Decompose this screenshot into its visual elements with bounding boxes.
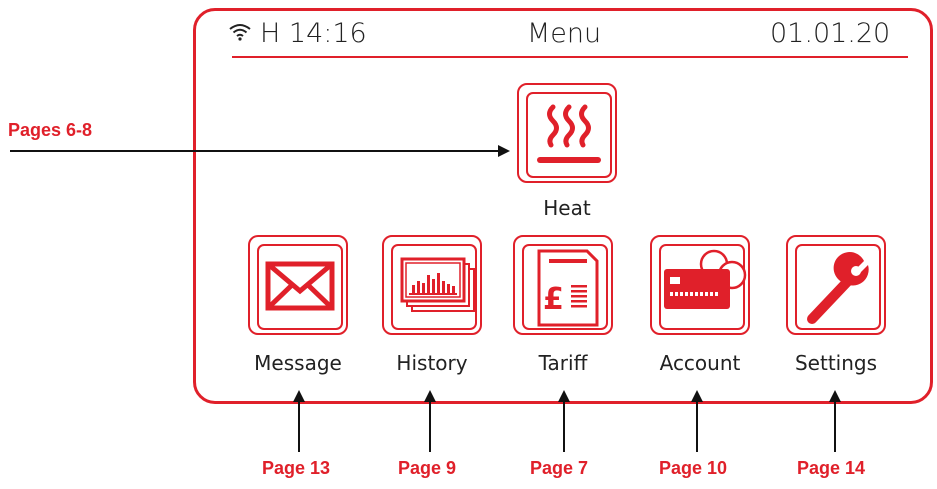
date-display: 01.01.20 bbox=[770, 18, 891, 49]
message-callout-arrow bbox=[293, 390, 305, 452]
bar-chart-icon bbox=[391, 244, 477, 330]
tariff-callout-arrow bbox=[558, 390, 570, 452]
envelope-icon bbox=[257, 244, 343, 330]
account-label: Account bbox=[659, 351, 741, 375]
wrench-icon bbox=[795, 244, 881, 330]
history-callout-arrow bbox=[424, 390, 436, 452]
settings-button[interactable] bbox=[786, 235, 886, 335]
message-label: Message bbox=[254, 351, 342, 375]
svg-text:£: £ bbox=[543, 282, 564, 317]
header-divider bbox=[232, 56, 908, 58]
heat-callout-label: Pages 6-8 bbox=[8, 120, 93, 140]
settings-callout-label: Page 14 bbox=[797, 458, 866, 478]
account-callout-arrow bbox=[691, 390, 703, 452]
account-callout-label: Page 10 bbox=[659, 458, 728, 478]
heat-label: Heat bbox=[543, 196, 591, 220]
settings-callout-arrow bbox=[829, 390, 841, 452]
tariff-callout-label: Page 7 bbox=[530, 458, 589, 478]
history-button[interactable] bbox=[382, 235, 482, 335]
pound-document-icon: £ bbox=[522, 244, 608, 330]
heat-icon bbox=[526, 92, 612, 178]
heat-button[interactable] bbox=[517, 83, 617, 183]
wifi-icon bbox=[228, 18, 252, 49]
page-title: Menu bbox=[527, 18, 602, 49]
status-text: H 14:16 bbox=[260, 18, 367, 49]
card-icon bbox=[659, 244, 747, 330]
heat-callout-arrow bbox=[10, 145, 510, 157]
tariff-button[interactable]: £ bbox=[513, 235, 613, 335]
tariff-label: Tariff bbox=[538, 351, 588, 375]
message-button[interactable] bbox=[248, 235, 348, 335]
history-label: History bbox=[396, 351, 468, 375]
status-bar-left: H 14:16 bbox=[228, 18, 367, 49]
account-button[interactable] bbox=[650, 235, 750, 335]
settings-label: Settings bbox=[794, 351, 878, 375]
message-callout-label: Page 13 bbox=[262, 458, 331, 478]
history-callout-label: Page 9 bbox=[398, 458, 457, 478]
